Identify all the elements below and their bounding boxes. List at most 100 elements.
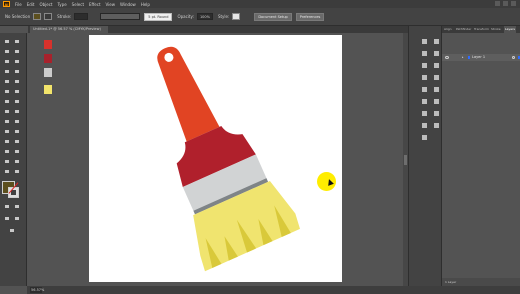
screen-mode-icon[interactable] [13,215,21,222]
edit-toolbar-icon[interactable] [8,227,16,234]
layer-name[interactable]: Layer 1 [472,54,485,61]
type-tool-icon[interactable] [3,68,11,75]
opacity-field[interactable]: 100% [196,13,213,20]
menu-edit[interactable]: Edit [27,2,35,7]
menu-object[interactable]: Object [39,2,52,7]
menu-effect[interactable]: Effect [89,2,101,7]
scale-tool-icon[interactable] [13,98,21,105]
slice-tool-icon[interactable] [13,158,21,165]
menu-bar: Ai File Edit Object Type Select Effect V… [0,0,520,8]
swatch-dark-red [44,54,52,63]
brush-definition-dropdown[interactable]: 5 pt. Round [144,12,173,21]
color-mode-icon[interactable] [3,203,11,210]
stroke-weight-field[interactable] [74,13,89,20]
document-tab[interactable]: Untitled-1* @ 56.57 % (CMYK/Preview) [30,26,108,33]
stroke-panel-icon[interactable] [421,110,428,117]
color-guide-panel-icon[interactable] [421,62,428,69]
color-panel-icon[interactable] [421,50,428,57]
menu-window[interactable]: Window [120,2,136,7]
selection-tool-icon[interactable] [3,38,11,45]
window-controls [495,1,516,6]
asset-export-panel-icon[interactable] [433,86,440,93]
preferences-button[interactable]: Preferences [295,12,325,21]
eyedropper-tool-icon[interactable] [3,138,11,145]
menu-type[interactable]: Type [57,2,66,7]
swatches-panel-icon[interactable] [421,74,428,81]
width-tool-icon[interactable] [3,108,11,115]
expand-caret-icon[interactable]: ▸ [462,54,464,61]
artboards-panel-icon[interactable] [433,74,440,81]
gradient-panel-icon[interactable] [421,122,428,129]
app-logo: Ai [3,1,10,7]
symbols-panel-icon[interactable] [421,98,428,105]
hand-tool-icon[interactable] [3,168,11,175]
artboard-tool-icon[interactable] [3,158,11,165]
menu-file[interactable]: File [15,2,22,7]
layers-panel: Align Pathfinder Transform Stroke Layers… [441,26,520,286]
document-setup-button[interactable]: Document Setup [254,12,292,21]
shape-builder-tool-icon[interactable] [3,118,11,125]
links-panel-icon[interactable] [433,98,440,105]
artboard[interactable] [89,35,342,282]
free-transform-tool-icon[interactable] [13,108,21,115]
scrollbar-thumb[interactable] [404,155,407,165]
tab-transform[interactable]: Transform [474,26,489,33]
minimize-button[interactable] [495,1,500,6]
document-tab-bar: Untitled-1* @ 56.57 % (CMYK/Preview) [28,26,408,33]
stroke-color-swatch[interactable] [44,13,53,20]
graphic-style-swatch[interactable] [232,13,241,20]
mesh-tool-icon[interactable] [3,128,11,135]
swatch-gray [44,68,52,77]
transparency-panel-icon[interactable] [421,134,428,141]
maximize-button[interactable] [503,1,508,6]
color-swatches [44,40,54,99]
direct-selection-tool-icon[interactable] [13,38,21,45]
menu-view[interactable]: View [106,2,116,7]
tab-align[interactable]: Align [444,26,452,33]
properties-panel-icon[interactable] [421,38,428,45]
menu-select[interactable]: Select [72,2,84,7]
rotate-tool-icon[interactable] [3,98,11,105]
swatch-red [44,40,52,49]
layers-panel-icon[interactable] [433,110,440,117]
panel-tabs: Align Pathfinder Transform Stroke Layers [442,26,520,33]
rectangle-tool-icon[interactable] [3,78,11,85]
layer-row[interactable]: ▸ Layer 1 [442,54,520,61]
layer-color-indicator [468,56,470,59]
libraries-panel-icon[interactable] [433,38,440,45]
tab-stroke[interactable]: Stroke [491,26,501,33]
appearance-panel-icon[interactable] [433,50,440,57]
brushes-panel-icon[interactable] [421,86,428,93]
lasso-tool-icon[interactable] [13,48,21,55]
visibility-eye-icon[interactable] [445,56,449,59]
curvature-tool-icon[interactable] [13,58,21,65]
menu-help[interactable]: Help [141,2,150,7]
control-bar: No Selection Stroke: 5 pt. Round Opacity… [0,8,520,26]
line-tool-icon[interactable] [13,68,21,75]
close-button[interactable] [511,1,516,6]
symbol-sprayer-tool-icon[interactable] [3,148,11,155]
gradient-mode-icon[interactable] [13,203,21,210]
blend-tool-icon[interactable] [13,138,21,145]
zoom-level-field[interactable]: 56.57% [30,287,44,293]
graph-tool-icon[interactable] [13,148,21,155]
tab-pathfinder[interactable]: Pathfinder [456,26,471,33]
panel-icon-column [408,26,441,286]
tab-layers[interactable]: Layers [504,26,516,33]
layer-target-icon[interactable] [512,56,515,59]
zoom-tool-icon[interactable] [13,168,21,175]
stroke-label: Stroke: [57,14,72,19]
brush-handle [157,46,220,142]
graphic-styles-panel-icon[interactable] [433,62,440,69]
navigator-panel-icon[interactable] [433,122,440,129]
perspective-grid-tool-icon[interactable] [13,118,21,125]
variable-width-profile[interactable] [100,13,141,20]
gradient-tool-icon[interactable] [13,128,21,135]
paintbrush-tool-icon[interactable] [13,78,21,85]
magic-wand-tool-icon[interactable] [3,48,11,55]
fill-color-swatch[interactable] [33,13,42,20]
eraser-tool-icon[interactable] [13,88,21,95]
draw-normal-icon[interactable] [3,215,11,222]
pencil-tool-icon[interactable] [3,88,11,95]
pen-tool-icon[interactable] [3,58,11,65]
